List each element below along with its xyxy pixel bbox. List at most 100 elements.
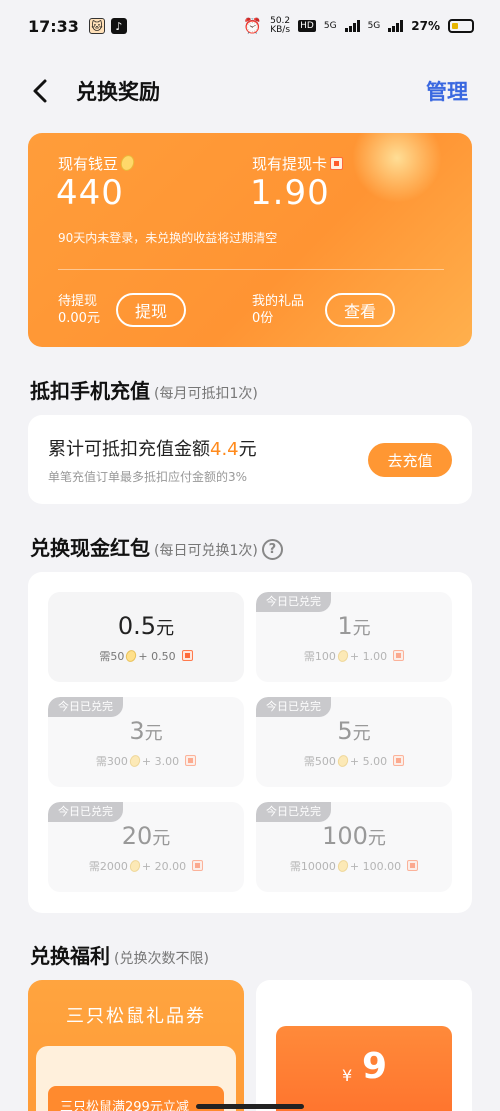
ticket-icon: [407, 860, 419, 871]
signal-1-icon: [344, 20, 360, 32]
help-icon[interactable]: ?: [261, 539, 283, 560]
tile-amount-number: 1: [337, 612, 353, 640]
go-recharge-button[interactable]: 去充值: [368, 443, 452, 477]
status-app-icons: 🐱 ♪: [88, 18, 127, 34]
header: 兑换奖励 管理: [0, 62, 500, 120]
tiktok-icon: ♪: [110, 18, 127, 34]
need-label: 需: [289, 860, 301, 873]
ticket-icon: [330, 157, 344, 170]
red-packet-title-sub: (每日可兑换1次): [154, 543, 258, 559]
tile-plus: + 100.00: [349, 860, 402, 873]
welfare-title-sub: (兑换次数不限): [114, 951, 209, 967]
recharge-amount-line: 累计可抵扣充值金额4.4元: [48, 435, 257, 461]
sold-out-tag: 今日已兑完: [256, 592, 331, 612]
tile-requirement: 需500 + 5.00: [256, 753, 452, 769]
sold-out-tag: 今日已兑完: [48, 802, 123, 822]
pending-withdraw: 待提现 0.00元: [58, 293, 100, 327]
coupon-ticket: ¥ 9: [276, 1026, 452, 1111]
tile-amount-number: 0.5: [117, 612, 157, 640]
recharge-card: 累计可抵扣充值金额4.4元 单笔充值订单最多抵扣应付金额的3% 去充值: [28, 415, 472, 504]
cat-app-icon: 🐱: [88, 18, 105, 34]
beans-value: 440: [56, 173, 124, 213]
recharge-unit: 元: [238, 439, 257, 460]
tile-amount-number: 3: [129, 717, 145, 745]
signal-2-icon: [388, 20, 404, 32]
tile-amount: 0.5元: [48, 612, 244, 640]
bean-icon: [336, 753, 350, 769]
tile-plus: + 5.00: [349, 755, 388, 768]
manage-button[interactable]: 管理: [426, 76, 468, 106]
net-speed: 50.2 KB/s: [270, 17, 290, 35]
squirrel-coupon-card[interactable]: 三只松鼠礼品券 三只松鼠满299元立减: [28, 980, 244, 1111]
coupon-card[interactable]: ¥ 9: [256, 980, 472, 1111]
tile-amount-unit: 元: [367, 828, 386, 849]
red-packet-grid: 0.5元 需50 + 0.50 今日已兑完 1元 需100 + 1.00 今日已兑完 3元 需30…: [28, 572, 472, 913]
tile-beans: 10000: [300, 860, 336, 873]
recharge-title-text: 抵扣手机充值: [30, 379, 150, 403]
tile-beans: 300: [106, 755, 128, 768]
coupon-value: 9: [362, 1046, 388, 1087]
welfare-section-title: 兑换福利 (兑换次数不限): [30, 940, 209, 969]
pending-label: 待提现: [58, 294, 98, 309]
status-bar: 17:33 🐱 ♪ ⏰ 50.2 KB/s HD 5G 5G 27%: [0, 0, 500, 52]
tile-beans: 2000: [99, 860, 128, 873]
coupon-currency: ¥: [342, 1066, 353, 1085]
gift-label: 我的礼品: [252, 294, 305, 309]
tile-plus: + 0.50: [138, 650, 176, 663]
tile-amount-unit: 元: [152, 828, 171, 849]
red-packet-tile[interactable]: 今日已兑完 3元需300 + 3.00: [48, 697, 244, 787]
red-packet-tile[interactable]: 今日已兑完 20元 需2000 + 20.00: [48, 802, 244, 892]
ticket-icon: [181, 650, 193, 661]
bean-icon: [128, 753, 142, 769]
withdraw-button[interactable]: 提现: [116, 293, 186, 327]
home-indicator: [196, 1104, 304, 1109]
tile-beans: 500: [314, 755, 336, 768]
squirrel-coupon-title: 三只松鼠礼品券: [66, 1006, 206, 1027]
need-label: 需: [95, 755, 107, 768]
bean-icon: [128, 858, 142, 874]
beans-label: 现有钱豆: [58, 153, 137, 174]
red-packet-tile[interactable]: 0.5元需50 + 0.50: [48, 592, 244, 682]
tile-requirement: 需2000 + 20.00: [48, 858, 244, 874]
battery-icon: [448, 19, 474, 33]
sold-out-tag: 今日已兑完: [256, 802, 331, 822]
recharge-note: 单笔充值订单最多抵扣应付金额的3%: [48, 470, 248, 484]
card-label: 现有提现卡: [252, 153, 344, 174]
page-title: 兑换奖励: [76, 80, 160, 104]
bean-icon: [336, 648, 350, 664]
bean-icon: [118, 153, 137, 173]
recharge-section-title: 抵扣手机充值 (每月可抵扣1次): [30, 375, 258, 404]
red-packet-tile[interactable]: 今日已兑完 100元 需10000 + 100.00: [256, 802, 452, 892]
back-button[interactable]: [26, 76, 56, 106]
battery-percent: 27%: [411, 19, 440, 33]
red-packet-tile[interactable]: 今日已兑完 5元 需500 + 5.00: [256, 697, 452, 787]
beans-label-text: 现有钱豆: [58, 155, 119, 173]
bean-icon: [336, 858, 350, 874]
divider: [58, 269, 444, 270]
sold-out-tag: 今日已兑完: [48, 697, 123, 717]
tile-amount: 5元: [256, 717, 452, 745]
need-label: 需: [303, 650, 315, 663]
tile-amount: 3元: [48, 717, 244, 745]
red-packet-section-title: 兑换现金红包 (每日可兑换1次)?: [30, 532, 283, 561]
signal-1-label: 5G: [323, 21, 337, 31]
view-gifts-button[interactable]: 查看: [325, 293, 395, 327]
decorative-glow: [352, 133, 442, 203]
red-packet-tile[interactable]: 今日已兑完 1元 需100 + 1.00: [256, 592, 452, 682]
tile-requirement: 需50 + 0.50: [48, 648, 244, 664]
tile-amount-number: 20: [121, 822, 153, 850]
tile-plus: + 20.00: [141, 860, 187, 873]
ticket-icon: [393, 755, 405, 766]
tile-plus: + 3.00: [141, 755, 180, 768]
need-label: 需: [303, 755, 315, 768]
tile-amount-unit: 元: [156, 618, 175, 639]
recharge-title-sub: (每月可抵扣1次): [154, 386, 258, 402]
card-value: 1.90: [250, 173, 330, 213]
recharge-prefix: 累计可抵扣充值金额: [48, 439, 210, 460]
tile-requirement: 需10000 + 100.00: [256, 858, 452, 874]
red-packet-title-text: 兑换现金红包: [30, 536, 150, 560]
chevron-left-icon: [33, 79, 47, 103]
net-speed-unit: KB/s: [270, 25, 291, 35]
tile-amount-number: 5: [337, 717, 353, 745]
tile-beans: 100: [314, 650, 336, 663]
